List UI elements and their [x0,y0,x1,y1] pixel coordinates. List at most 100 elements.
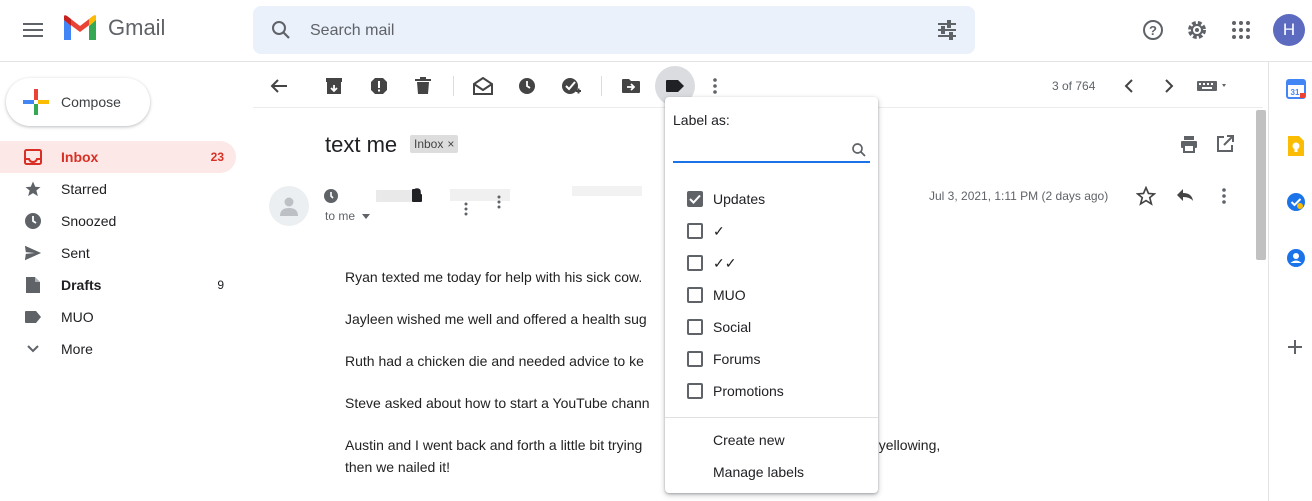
checkbox-checked[interactable] [687,191,703,207]
compose-label: Compose [61,94,121,110]
inbox-label-chip[interactable]: Inbox × [410,135,459,153]
newer-button[interactable] [1115,72,1143,100]
create-new-label-button[interactable]: Create new [713,432,785,448]
unread-count: 23 [210,150,224,164]
recipient-text: to me [325,209,356,223]
label-option-text: Forums [713,351,761,367]
label-option-forums[interactable]: Forums [665,343,878,375]
checkbox[interactable] [687,223,703,239]
manage-labels-button[interactable]: Manage labels [713,464,804,480]
compose-button[interactable]: Compose [6,78,150,126]
hamburger-icon [23,23,43,37]
delete-button[interactable] [409,72,437,100]
mark-unread-button[interactable] [469,72,497,100]
calendar-app-button[interactable]: 31 [1286,79,1306,99]
label-option-text: ✓✓ [713,254,737,271]
older-button[interactable] [1155,72,1183,100]
page-counter: 3 of 764 [1052,79,1096,93]
open-in-new-icon [1217,135,1234,152]
label-options: Updates ✓ ✓✓ MUO Social Forums Promotion… [665,183,878,407]
calendar-icon: 31 [1286,79,1306,99]
sidebar-item-muo[interactable]: MUO [0,301,236,333]
get-addons-button[interactable] [1287,339,1303,355]
star-icon [24,180,42,198]
menu-title: Label as: [673,112,730,128]
back-button[interactable] [265,72,293,100]
clock-icon [324,189,338,203]
search-input[interactable]: Search mail [310,22,394,40]
sidebar-nav: Inbox 23 Starred Snoozed Sent Drafts 9 M… [0,141,240,365]
reply-button[interactable] [1176,188,1194,202]
contacts-app-button[interactable] [1286,248,1306,268]
sidebar-item-label: MUO [61,309,94,325]
contacts-icon [1287,249,1305,267]
sidebar-item-label: Sent [61,245,90,261]
more-options-button[interactable] [701,72,729,100]
sidebar-item-snoozed[interactable]: Snoozed [0,205,236,237]
search-options-icon[interactable] [935,18,959,42]
account-avatar[interactable]: H [1273,14,1305,46]
archive-button[interactable] [320,72,348,100]
lock-icon [412,188,422,202]
add-to-tasks-button[interactable] [557,72,585,100]
print-button[interactable] [1180,135,1198,153]
more-actions-button[interactable] [1222,188,1226,204]
checkbox[interactable] [687,255,703,271]
clock-icon [519,78,535,94]
checkbox[interactable] [687,383,703,399]
support-button[interactable]: ? [1138,15,1168,45]
gmail-logo[interactable]: Gmail [62,14,165,42]
arrow-back-icon [270,79,287,93]
toolbar-divider [601,76,602,96]
remove-label-icon[interactable]: × [447,137,454,151]
recipient-details[interactable]: to me [325,209,371,223]
chip-label: Inbox [414,137,444,151]
input-tools-button[interactable] [1193,72,1233,100]
app-name: Gmail [108,15,166,40]
label-option-double-check[interactable]: ✓✓ [665,247,878,279]
label-option-updates[interactable]: Updates [665,183,878,215]
checkbox[interactable] [687,319,703,335]
checkbox[interactable] [687,351,703,367]
reply-icon [1177,189,1193,201]
keep-app-button[interactable] [1286,135,1306,157]
tasks-icon [1287,193,1305,211]
mail-open-icon [473,77,493,95]
tasks-app-button[interactable] [1286,192,1306,212]
sidebar-item-sent[interactable]: Sent [0,237,236,269]
chevron-left-icon [1124,79,1133,93]
sender-avatar[interactable] [269,186,309,226]
person-icon [280,197,298,216]
sidebar-item-starred[interactable]: Starred [0,173,236,205]
label-option-social[interactable]: Social [665,311,878,343]
label-option-check[interactable]: ✓ [665,215,878,247]
move-to-button[interactable] [617,72,645,100]
label-icon [24,308,42,326]
sidebar-item-drafts[interactable]: Drafts 9 [0,269,236,301]
star-button[interactable] [1136,186,1156,206]
more-vert-icon[interactable] [464,202,468,216]
label-option-muo[interactable]: MUO [665,279,878,311]
snooze-button[interactable] [513,72,541,100]
search-icon [852,143,866,157]
settings-button[interactable] [1182,15,1212,45]
label-option-promotions[interactable]: Promotions [665,375,878,407]
main-menu-button[interactable] [14,11,52,49]
inbox-icon [24,148,42,166]
search-bar[interactable]: Search mail [253,6,975,54]
toolbar-divider [453,76,454,96]
sidebar-item-inbox[interactable]: Inbox 23 [0,141,236,173]
checkbox[interactable] [687,287,703,303]
app-header: Gmail Search mail ? H [0,0,1312,62]
label-icon [666,80,684,92]
caret-down-icon [362,214,371,220]
search-icon[interactable] [269,18,293,42]
open-new-window-button[interactable] [1216,135,1234,153]
report-spam-button[interactable] [365,72,393,100]
sidebar-item-more[interactable]: More [0,333,236,365]
apps-button[interactable] [1226,15,1256,45]
more-vert-icon[interactable] [497,195,501,209]
label-search-input[interactable] [673,137,870,163]
sidebar-item-label: Snoozed [61,213,117,229]
scrollbar-thumb[interactable] [1256,110,1266,260]
